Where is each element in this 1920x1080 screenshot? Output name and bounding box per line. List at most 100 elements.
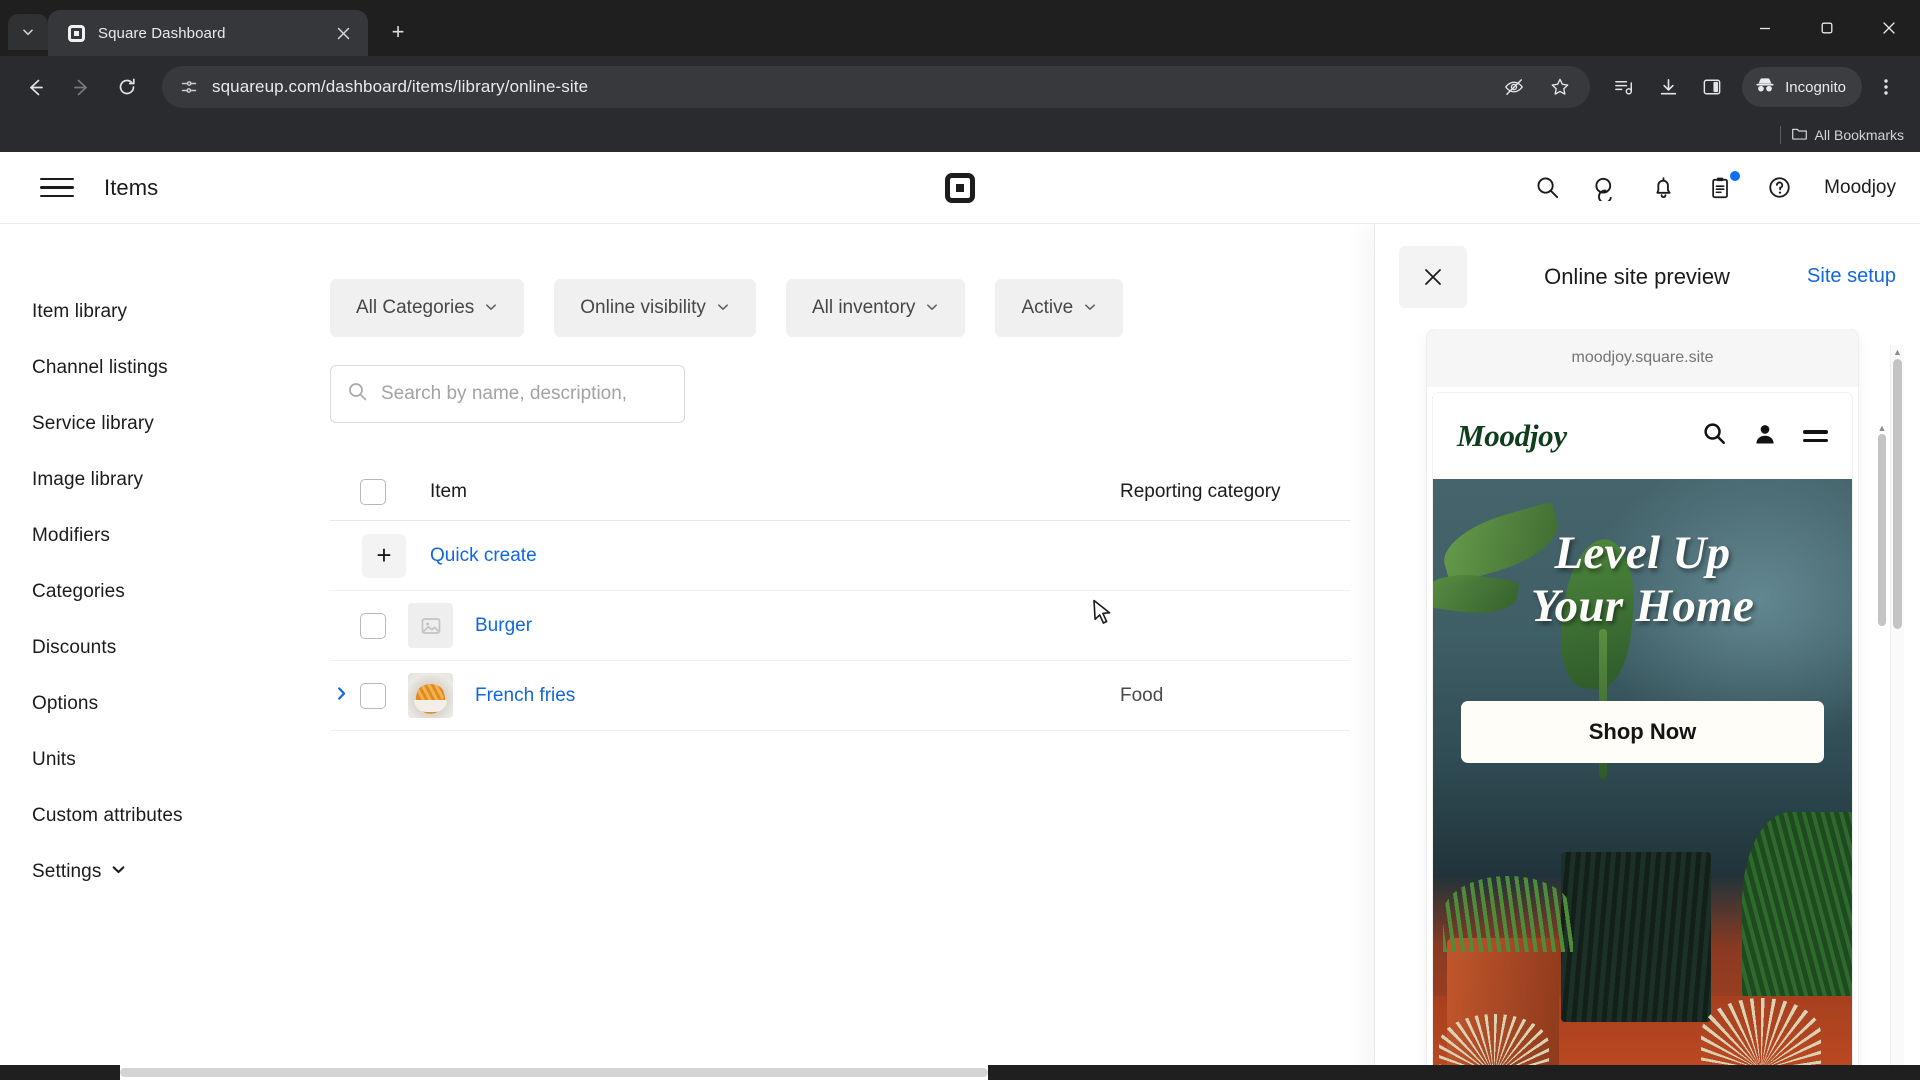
main-content: All Categories Online visibility All inv… xyxy=(330,224,1375,1080)
preview-outer-scrollbar[interactable]: ▲ xyxy=(1890,345,1904,1080)
notification-badge xyxy=(1730,170,1741,181)
site-brand-logo[interactable]: Moodjoy xyxy=(1457,418,1567,454)
browser-toolbar: squareup.com/dashboard/items/library/onl… xyxy=(0,56,1920,118)
filter-all-inventory[interactable]: All inventory xyxy=(785,279,966,337)
forward-button[interactable] xyxy=(60,66,102,108)
select-all-checkbox[interactable] xyxy=(360,478,408,505)
chevron-down-icon xyxy=(716,300,730,317)
incognito-icon xyxy=(1754,74,1776,100)
online-site-preview-panel: Online site preview Site setup moodjoy.s… xyxy=(1375,224,1920,1080)
reporting-category-value: Food xyxy=(1120,684,1164,706)
tab-search-chevron-down-icon[interactable] xyxy=(8,14,48,50)
shop-now-button[interactable]: Shop Now xyxy=(1461,701,1824,763)
user-name[interactable]: Moodjoy xyxy=(1824,177,1896,199)
menu-icon[interactable] xyxy=(1803,430,1828,442)
sidebar-item-modifiers[interactable]: Modifiers xyxy=(32,508,330,564)
mouse-cursor xyxy=(1093,599,1111,624)
scroll-up-arrow-icon[interactable]: ▲ xyxy=(1891,345,1904,359)
sidebar-item-label: Channel listings xyxy=(32,357,168,378)
maximize-button[interactable] xyxy=(1796,0,1858,56)
browser-window: Square Dashboard + squareup.com/dashboar… xyxy=(0,0,1920,1080)
sidebar-item-units[interactable]: Units xyxy=(32,732,330,788)
site-setup-link[interactable]: Site setup xyxy=(1807,265,1896,288)
air-plant xyxy=(1701,998,1821,1070)
sidebar-item-service-library[interactable]: Service library xyxy=(32,396,330,452)
column-header-reporting-category: Reporting category xyxy=(1120,480,1281,502)
all-bookmarks-button[interactable]: All Bookmarks xyxy=(1791,125,1904,145)
reload-button[interactable] xyxy=(106,66,148,108)
item-name-link[interactable]: Burger xyxy=(453,615,532,637)
table-row[interactable]: Burger xyxy=(330,591,1350,661)
address-bar[interactable]: squareup.com/dashboard/items/library/onl… xyxy=(162,66,1591,108)
column-header-item: Item xyxy=(430,480,467,502)
sidebar-item-label: Modifiers xyxy=(32,525,110,546)
close-icon[interactable] xyxy=(330,20,356,46)
new-tab-button[interactable]: + xyxy=(378,12,418,52)
bell-icon[interactable] xyxy=(1648,173,1678,203)
sidebar-item-categories[interactable]: Categories xyxy=(32,564,330,620)
row-checkbox[interactable] xyxy=(360,682,408,709)
sidebar-item-image-library[interactable]: Image library xyxy=(32,452,330,508)
sidebar-item-discounts[interactable]: Discounts xyxy=(32,620,330,676)
star-icon[interactable] xyxy=(1540,67,1580,107)
search-input[interactable]: Search by name, description, xyxy=(330,365,685,423)
table-row[interactable]: French fries Food xyxy=(330,661,1350,731)
close-icon[interactable] xyxy=(1399,245,1467,308)
square-logo-icon[interactable] xyxy=(945,172,975,203)
search-icon[interactable] xyxy=(1532,173,1562,203)
sidebar-item-options[interactable]: Options xyxy=(32,676,330,732)
download-icon[interactable] xyxy=(1648,67,1688,107)
sidebar-item-channel-listings[interactable]: Channel listings xyxy=(32,340,330,396)
site-inner-scrollbar[interactable]: ▲ xyxy=(1876,421,1888,1080)
quick-create-row[interactable]: + Quick create xyxy=(330,521,1350,591)
items-table: Item Reporting category + Quick create B… xyxy=(330,463,1350,731)
search-icon[interactable] xyxy=(1702,421,1727,451)
sidebar-item-label: Item library xyxy=(32,301,128,322)
messages-icon[interactable] xyxy=(1590,173,1620,203)
browser-tab[interactable]: Square Dashboard xyxy=(48,10,368,56)
sidebar: Item library Channel listings Service li… xyxy=(0,224,330,1080)
row-checkbox[interactable] xyxy=(360,612,408,639)
hamburger-menu-icon[interactable] xyxy=(40,171,74,205)
media-control-icon[interactable] xyxy=(1604,67,1644,107)
account-icon[interactable] xyxy=(1753,422,1777,451)
sidebar-item-custom-attributes[interactable]: Custom attributes xyxy=(32,788,330,844)
bookmarks-bar: All Bookmarks xyxy=(0,118,1920,152)
scroll-up-arrow-icon[interactable]: ▲ xyxy=(1876,421,1888,435)
page-info-icon[interactable] xyxy=(176,74,202,100)
expand-row-chevron-right-icon[interactable] xyxy=(330,686,360,706)
close-window-button[interactable] xyxy=(1858,0,1920,56)
search-placeholder: Search by name, description, xyxy=(381,383,628,404)
chevron-down-icon xyxy=(1083,300,1097,317)
horizontal-scrollbar[interactable] xyxy=(0,1065,1920,1080)
sidebar-item-item-library[interactable]: Item library xyxy=(32,284,330,340)
item-name-link[interactable]: French fries xyxy=(453,685,575,707)
minimize-button[interactable] xyxy=(1734,0,1796,56)
eye-off-icon[interactable] xyxy=(1494,67,1534,107)
help-icon[interactable] xyxy=(1764,173,1794,203)
quick-create-label[interactable]: Quick create xyxy=(408,545,537,567)
back-button[interactable] xyxy=(14,66,56,108)
scrollbar-thumb[interactable] xyxy=(120,1068,988,1077)
sidebar-item-label: Options xyxy=(32,693,99,714)
clipboard-icon[interactable] xyxy=(1706,170,1741,203)
filter-active[interactable]: Active xyxy=(995,279,1124,337)
chevron-down-icon xyxy=(925,300,939,317)
side-panel-icon[interactable] xyxy=(1692,67,1732,107)
plus-icon[interactable]: + xyxy=(362,533,406,578)
scrollbar-thumb[interactable] xyxy=(1893,359,1902,629)
incognito-indicator[interactable]: Incognito xyxy=(1742,67,1862,107)
sidebar-item-label: Settings xyxy=(32,861,102,882)
filter-label: All inventory xyxy=(811,297,916,318)
search-icon xyxy=(347,381,368,407)
phone-url-text: moodjoy.square.site xyxy=(1571,349,1714,366)
scrollbar-thumb[interactable] xyxy=(1878,434,1886,626)
french-fries-photo xyxy=(408,673,453,718)
sidebar-item-label: Image library xyxy=(32,469,144,490)
three-dot-menu-icon[interactable] xyxy=(1866,67,1906,107)
sidebar-item-settings[interactable]: Settings xyxy=(32,844,330,900)
chevron-down-icon xyxy=(484,300,498,317)
filter-all-categories[interactable]: All Categories xyxy=(330,279,525,337)
filter-online-visibility[interactable]: Online visibility xyxy=(554,279,756,337)
filter-label: Active xyxy=(1021,297,1074,318)
